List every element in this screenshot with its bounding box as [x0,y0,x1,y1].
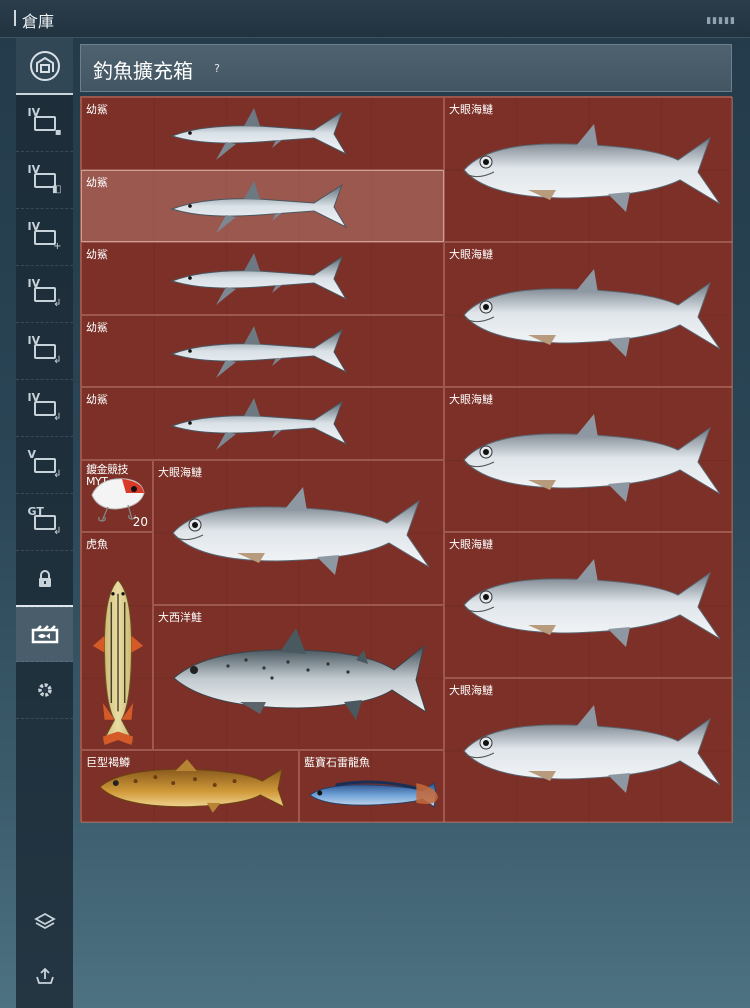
tackle-box-icon: IV ▪ [27,106,62,138]
sidebar-item-locked[interactable] [16,551,73,608]
tarpon-image [463,268,721,358]
sidebar-item-settings[interactable] [16,662,73,719]
tackle-box-hook-icon: IV ↲ [27,334,62,366]
tackle-box-add-icon: IV + [27,220,62,252]
item-cell[interactable]: 幼鯊 [81,97,444,170]
item-cell[interactable]: 虎魚 [81,532,153,750]
warehouse-tab[interactable] [16,38,73,95]
sidebar-item-tackle-7[interactable]: V ↲ [16,437,73,494]
tackle-box-icon: IV ◧ [27,163,62,195]
snakehead-image [308,780,440,809]
item-cell[interactable]: 幼鯊 [81,315,444,387]
brown-trout-image [99,758,285,814]
shark-image [171,397,347,451]
shark-image [171,252,347,306]
top-bar: 倉庫 ▮▮▮▮▮ [0,0,750,38]
tackle-box-hook-icon: V ↲ [27,448,62,480]
status-indicator: ▮▮▮▮▮ [706,16,736,26]
item-cell[interactable]: 大眼海鰱 [444,97,733,242]
panel-title: 釣魚擴充箱 [93,59,193,83]
upload-button[interactable] [16,956,73,996]
help-icon[interactable]: ? [209,61,225,77]
item-cell[interactable]: 幼鯊 [81,242,444,315]
warehouse-icon [29,50,60,81]
item-cell[interactable]: 大眼海鰱 [444,678,733,823]
window-title: 倉庫 [22,12,55,31]
tarpon-image [172,486,430,576]
gear-icon [37,683,52,697]
tarpon-image [463,704,721,794]
item-cell-selected[interactable]: 幼鯊 [81,170,444,242]
fish-box-icon [31,625,58,644]
item-cell[interactable]: 大眼海鰱 [153,460,444,605]
sidebar-item-tackle-3[interactable]: IV + [16,209,73,266]
shark-image [171,180,347,234]
tarpon-image [463,558,721,648]
storage-grid: 幼鯊 幼鯊 幼鯊 幼鯊 幼鯊 大眼海鰱 大眼海鰱 大眼海鰱 大眼海鰱 大眼海鰱 … [80,96,733,823]
item-cell[interactable]: 大眼海鰱 [444,532,733,678]
sidebar-item-fish-box[interactable] [16,605,73,662]
item-cell[interactable]: 幼鯊 [81,387,444,460]
sidebar-item-tackle-4[interactable]: IV ↲ [16,266,73,323]
item-cell[interactable]: 藍寶石雷龍魚 [299,750,444,823]
tackle-box-hook-icon: GT ↲ [27,505,62,537]
lock-icon [38,570,51,587]
sidebar-item-tackle-1[interactable]: IV ▪ [16,95,73,152]
layers-icon [33,912,56,930]
item-cell[interactable]: 大西洋鮭 [153,605,444,750]
item-cell[interactable]: 大眼海鰱 [444,387,733,532]
tigerfish-image [92,579,144,745]
tackle-box-hook-icon: IV ↲ [27,277,62,309]
tackle-box-hook-icon: IV ↲ [27,391,62,423]
sidebar: IV ▪ IV ◧ IV + IV ↲ IV ↲ IV ↲ V ↲ GT ↲ [16,38,73,1008]
layers-button[interactable] [16,902,73,942]
item-cell[interactable]: 大眼海鰱 [444,242,733,387]
shark-image [171,107,347,161]
item-cell[interactable]: 巨型褐鱒 [81,750,299,823]
item-count: 20 [132,515,148,529]
upload-icon [35,967,54,984]
lure-cell[interactable]: 鍍金競技MYT 20 [81,460,153,532]
sidebar-item-tackle-2[interactable]: IV ◧ [16,152,73,209]
salmon-image [173,627,427,721]
shark-image [171,325,347,379]
sidebar-item-tackle-6[interactable]: IV ↲ [16,380,73,437]
panel-header: 釣魚擴充箱 ? [80,44,732,92]
title-marker [14,10,16,26]
sidebar-item-tackle-5[interactable]: IV ↲ [16,323,73,380]
sidebar-item-tackle-8[interactable]: GT ↲ [16,494,73,551]
tarpon-image [463,413,721,503]
tarpon-image [463,123,721,213]
